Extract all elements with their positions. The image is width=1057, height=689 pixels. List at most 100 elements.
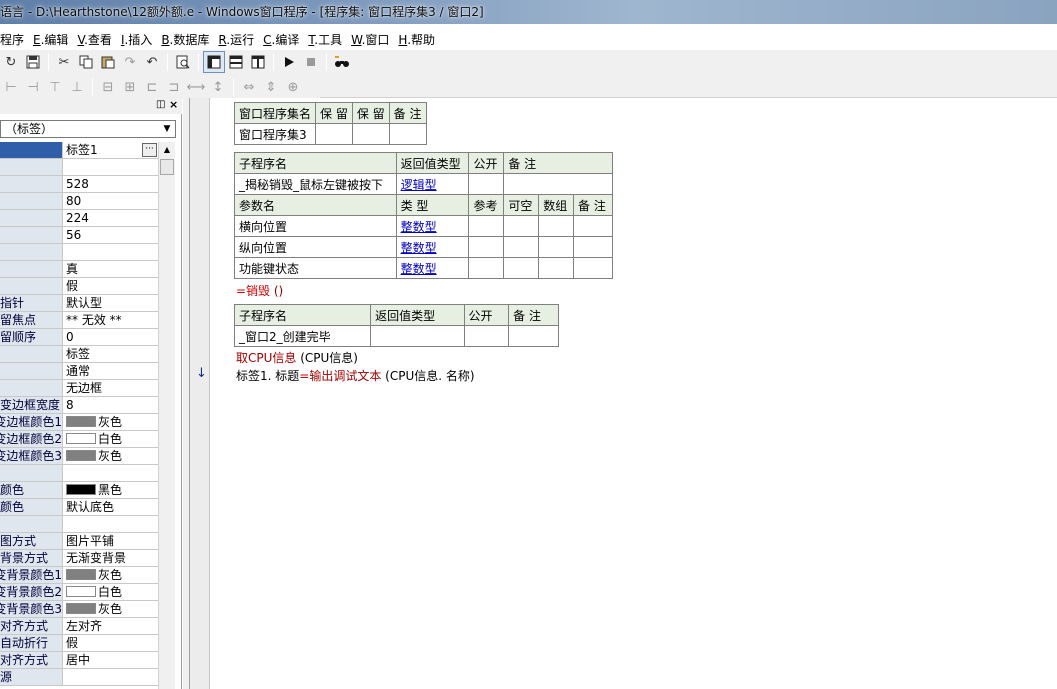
chevron-down-icon[interactable]: ▼ — [159, 121, 175, 137]
table-cell[interactable]: 保 留 — [351, 102, 390, 124]
space-horizontal-icon[interactable]: ⟷ — [185, 76, 207, 98]
menu-item-6[interactable]: C.编译 — [263, 31, 299, 48]
property-value[interactable] — [63, 669, 158, 685]
property-value[interactable]: ** 无效 ** — [63, 312, 158, 328]
center-vertical-icon[interactable]: ⊞ — [119, 76, 141, 98]
table-cell[interactable]: 窗口程序集3 — [233, 123, 317, 145]
component-select[interactable]: （标签） ▼ — [0, 120, 176, 138]
table-cell[interactable] — [315, 123, 353, 145]
property-value[interactable]: 真 — [63, 261, 158, 277]
property-row[interactable]: 指针 默认型 — [0, 295, 158, 312]
property-value[interactable]: 224 — [63, 210, 158, 226]
code-line-label-title[interactable]: 标签1. 标题=输出调试文本 (CPU信息. 名称) — [236, 367, 475, 384]
table-cell[interactable]: 类 型 — [395, 194, 470, 216]
property-value[interactable]: 56 — [63, 227, 158, 243]
property-row[interactable]: 真 — [0, 261, 158, 278]
redo-icon[interactable]: ↷ — [119, 51, 141, 73]
table-cell[interactable] — [538, 215, 575, 237]
property-value[interactable] — [63, 465, 158, 481]
property-value[interactable]: 0 — [63, 329, 158, 345]
property-value[interactable]: 528 — [63, 176, 158, 192]
table-cell[interactable] — [468, 257, 505, 279]
table-cell[interactable]: 窗口程序集名 — [233, 102, 317, 124]
property-value[interactable]: 无渐变背景 — [63, 550, 158, 566]
property-value[interactable]: 图片平铺 — [63, 533, 158, 549]
menu-item-8[interactable]: W.窗口 — [351, 31, 389, 48]
table-cell[interactable] — [573, 215, 613, 237]
property-row[interactable] — [0, 516, 158, 533]
table-cell[interactable] — [370, 325, 465, 347]
property-row[interactable]: 变背景颜色1 灰色 — [0, 567, 158, 584]
property-row[interactable]: 变边框颜色2 白色 — [0, 431, 158, 448]
scroll-thumb[interactable] — [160, 159, 174, 175]
table-cell[interactable]: 备 注 — [508, 304, 559, 326]
center-window-h-icon[interactable]: ⇔ — [238, 76, 260, 98]
property-value[interactable]: 标签1 ··· — [63, 142, 158, 158]
property-row[interactable]: 对齐方式 左对齐 — [0, 618, 158, 635]
table-cell[interactable]: 横向位置 — [234, 215, 397, 237]
table-cell[interactable] — [503, 236, 540, 258]
align-bottom-icon[interactable]: ⊥ — [66, 76, 88, 98]
table-cell[interactable]: 纵向位置 — [234, 236, 397, 258]
same-width-icon[interactable]: ⊏ — [141, 76, 163, 98]
table-cell[interactable] — [388, 123, 427, 145]
table-cell[interactable]: 可空 — [503, 194, 540, 216]
table-cell[interactable] — [468, 215, 505, 237]
property-row[interactable]: 图方式 图片平铺 — [0, 533, 158, 550]
property-row[interactable]: 528 — [0, 176, 158, 193]
property-row[interactable]: 变背景颜色2 白色 — [0, 584, 158, 601]
property-row[interactable]: 80 — [0, 193, 158, 210]
property-row[interactable]: 变边框颜色3 灰色 — [0, 448, 158, 465]
property-value[interactable]: 灰色 — [63, 414, 158, 430]
property-value[interactable]: 默认型 — [63, 295, 158, 311]
table-cell[interactable]: 参考 — [468, 194, 505, 216]
table-cell[interactable] — [351, 123, 390, 145]
table-cell[interactable]: 整数型 — [395, 215, 470, 237]
property-row[interactable]: 背景方式 无渐变背景 — [0, 550, 158, 567]
paste-icon[interactable] — [97, 51, 119, 73]
property-value[interactable]: 80 — [63, 193, 158, 209]
property-row[interactable]: 变边框宽度 8 — [0, 397, 158, 414]
menu-item-9[interactable]: H.帮助 — [398, 31, 435, 48]
close-icon[interactable]: × — [169, 98, 178, 111]
table-cell[interactable] — [538, 257, 575, 279]
center-horizontal-icon[interactable]: ⊟ — [97, 76, 119, 98]
property-row[interactable]: 标签1 ··· — [0, 142, 158, 159]
save-icon[interactable] — [22, 51, 44, 73]
scroll-up-icon[interactable]: ▲ — [159, 142, 175, 158]
same-height-icon[interactable]: ⊐ — [163, 76, 185, 98]
table-cell[interactable]: 参数名 — [234, 194, 397, 216]
property-value[interactable] — [63, 159, 158, 175]
property-value[interactable]: 灰色 — [63, 448, 158, 464]
table-cell[interactable] — [503, 257, 540, 279]
table-cell[interactable]: _揭秘销毁_鼠标左键被按下 — [234, 173, 397, 195]
property-row[interactable]: 标签 — [0, 346, 158, 363]
property-value[interactable]: 黑色 — [63, 482, 158, 498]
menu-item-1[interactable]: E.编辑 — [33, 31, 68, 48]
table-cell[interactable] — [463, 325, 510, 347]
property-value[interactable]: 标签 — [63, 346, 158, 362]
table-cell[interactable]: 公开 — [468, 152, 505, 174]
code-line-destroy[interactable]: =销毁 () — [236, 282, 283, 299]
property-row[interactable]: 自动折行 假 — [0, 635, 158, 652]
code-editor[interactable]: 窗口程序集名保 留保 留备 注 窗口程序集3 子程序名 返回值类型 公开备 注 _揭… — [211, 98, 1057, 689]
property-row[interactable]: 源 — [0, 669, 158, 686]
menu-item-0[interactable]: 程序 — [0, 31, 24, 48]
table-cell[interactable]: _窗口2_创建完毕 — [233, 325, 372, 347]
table-cell[interactable]: 数组 — [538, 194, 575, 216]
property-row[interactable] — [0, 159, 158, 176]
property-row[interactable]: 变背景颜色3 灰色 — [0, 601, 158, 618]
refresh-icon[interactable]: ↻ — [0, 51, 22, 73]
undo-icon[interactable]: ↶ — [141, 51, 163, 73]
table-cell[interactable] — [503, 215, 540, 237]
property-value[interactable]: 假 — [63, 278, 158, 294]
menu-item-5[interactable]: R.运行 — [218, 31, 254, 48]
property-row[interactable] — [0, 244, 158, 261]
ellipsis-button[interactable]: ··· — [142, 143, 157, 157]
table-cell[interactable] — [573, 257, 613, 279]
table-cell[interactable]: 备 注 — [573, 194, 613, 216]
copy-icon[interactable] — [75, 51, 97, 73]
property-row[interactable]: 224 — [0, 210, 158, 227]
property-row[interactable]: 假 — [0, 278, 158, 295]
debug-binoculars-icon[interactable] — [331, 51, 353, 73]
